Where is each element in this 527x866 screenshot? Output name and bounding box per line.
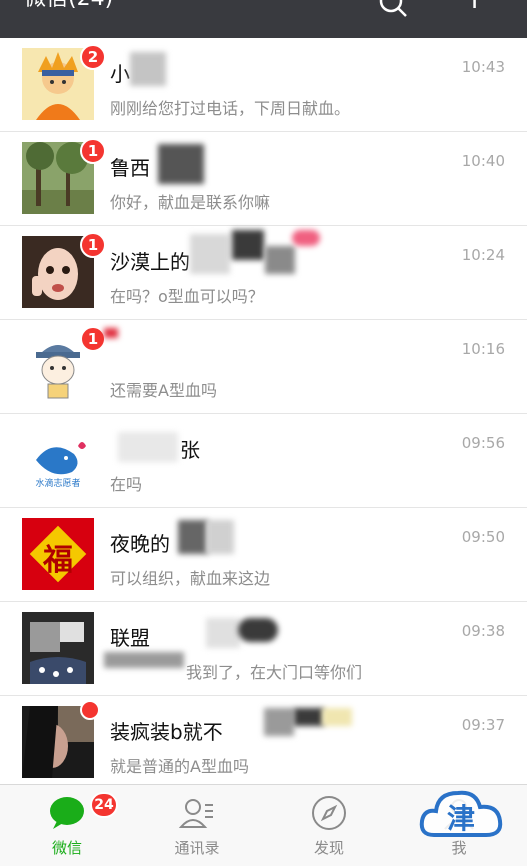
top-bar: 微信(24) +: [0, 0, 527, 38]
chat-name: 张: [180, 438, 200, 462]
watermark-logo: 津: [418, 783, 504, 845]
chat-name: 联盟: [110, 626, 150, 650]
chat-preview: 在吗？o型血可以吗？: [110, 287, 264, 306]
avatar-caption: 水滴志愿者: [35, 479, 81, 489]
tab-label: 通讯录: [174, 839, 220, 857]
redaction-blur: [264, 708, 294, 736]
redaction-blur: [294, 708, 324, 726]
avatar: 2: [22, 44, 106, 120]
redaction-blur: [190, 234, 230, 274]
tab-wechat[interactable]: 24 微信: [12, 785, 122, 866]
chat-time: 09:37: [461, 716, 505, 734]
chat-bubble-icon: [50, 797, 84, 829]
chat-preview: 就是普通的A型血吗: [110, 757, 249, 776]
add-icon[interactable]: +: [462, 0, 487, 14]
unread-badge: [80, 700, 100, 720]
tab-discover[interactable]: 发现: [274, 785, 384, 866]
avatar: 1: [22, 326, 106, 402]
avatar: [22, 612, 94, 684]
avatar: [22, 700, 100, 778]
chat-preview: 我到了，在大门口等你们: [186, 663, 363, 682]
chat-time: 09:38: [461, 622, 505, 640]
chat-name: 沙漠上的: [110, 250, 190, 274]
redaction-blur: [104, 652, 184, 668]
chat-row[interactable]: 2 小 刚刚给您打过电话，下周日献血。 10:43: [0, 38, 527, 132]
redaction-blur: [238, 618, 278, 642]
redaction-blur: [178, 520, 208, 554]
chat-preview: 刚刚给您打过电话，下周日献血。: [110, 99, 351, 118]
unread-badge: 1: [80, 232, 106, 258]
chat-name: 装疯装b就不: [110, 720, 223, 744]
redaction-blur: [104, 328, 118, 338]
search-icon[interactable]: [378, 0, 408, 18]
redaction-blur: [232, 230, 264, 260]
chat-time: 09:56: [461, 434, 505, 452]
redaction-blur: [322, 708, 352, 726]
tab-contacts[interactable]: 通讯录: [142, 785, 252, 866]
chat-name: 鲁西: [110, 156, 150, 180]
contacts-icon: [178, 799, 213, 828]
avatar: 1: [22, 138, 106, 214]
chat-row[interactable]: 福 夜晚的 可以组织，献血来这边 09:50: [0, 508, 527, 602]
watermark-text: 津: [446, 802, 475, 835]
tab-label: 发现: [313, 839, 344, 857]
unread-badge: 1: [80, 138, 106, 164]
chat-row[interactable]: 联盟 我到了，在大门口等你们 09:38: [0, 602, 527, 696]
chat-time: 10:43: [461, 58, 505, 76]
avatar: 1: [22, 232, 106, 308]
chat-time: 10:40: [461, 152, 505, 170]
chat-row[interactable]: 1 沙漠上的 在吗？o型血可以吗？ 10:24: [0, 226, 527, 320]
app-title: 微信(24): [24, 0, 113, 12]
redaction-blur: [118, 432, 178, 462]
avatar: 福: [22, 518, 94, 590]
chat-preview: 你好，献血是联系你嘛: [110, 193, 271, 212]
chat-preview: 可以组织，献血来这边: [110, 569, 271, 588]
tab-unread-badge: 24: [90, 792, 118, 818]
chat-name: 小: [110, 62, 130, 86]
chat-list: 2 小 刚刚给您打过电话，下周日献血。 10:43 1 鲁西 你好，献血是联系你…: [0, 38, 527, 790]
chat-row[interactable]: 水滴志愿者 张 在吗 09:56: [0, 414, 527, 508]
chat-row[interactable]: 1 还需要A型血吗 10:16: [0, 320, 527, 414]
redaction-blur: [130, 52, 166, 86]
compass-icon: [312, 796, 346, 830]
avatar: 水滴志愿者: [22, 424, 94, 496]
redaction-blur: [265, 246, 295, 274]
bottom-tab-bar: 24 微信 通讯录 发现 我 津: [0, 784, 527, 866]
chat-row[interactable]: 装疯装b就不 就是普通的A型血吗 09:37: [0, 696, 527, 790]
avatar-fu-char: 福: [43, 543, 73, 578]
chat-name: 夜晚的: [110, 532, 170, 556]
chat-preview: 在吗: [110, 475, 143, 494]
unread-badge: 1: [80, 326, 106, 352]
redaction-blur: [206, 618, 240, 648]
chat-time: 10:24: [461, 246, 505, 264]
chat-time: 09:50: [461, 528, 505, 546]
tab-label: 微信: [51, 839, 82, 857]
chat-time: 10:16: [461, 340, 505, 358]
chat-row[interactable]: 1 鲁西 你好，献血是联系你嘛 10:40: [0, 132, 527, 226]
redaction-blur: [206, 520, 234, 554]
chat-preview: 还需要A型血吗: [110, 381, 217, 400]
redaction-blur: [292, 230, 320, 246]
unread-badge: 2: [80, 44, 106, 70]
redaction-blur: [158, 144, 204, 184]
